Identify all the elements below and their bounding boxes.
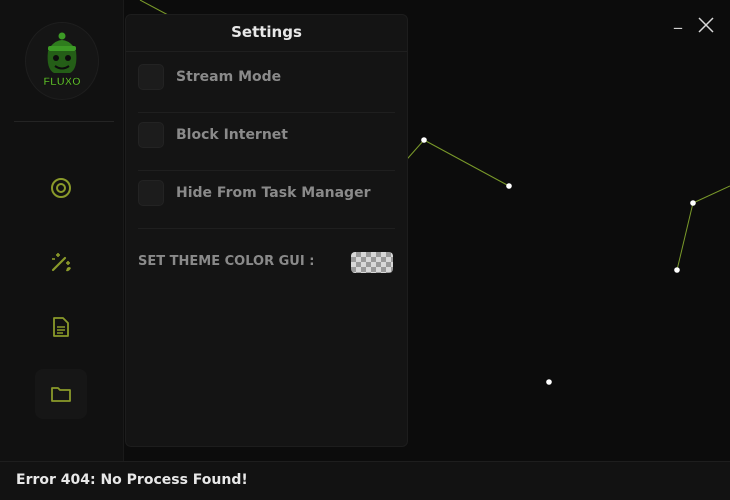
option-stream-mode[interactable]: Stream Mode (138, 63, 281, 91)
document-icon (53, 317, 69, 337)
nav-item-magic[interactable] (35, 237, 87, 287)
divider (138, 112, 395, 113)
minimize-label: _ (674, 10, 682, 29)
hide-task-manager-label: Hide From Task Manager (176, 185, 371, 201)
option-hide-task-manager[interactable]: Hide From Task Manager (138, 179, 370, 207)
settings-title: Settings (126, 15, 407, 52)
close-icon (698, 17, 714, 33)
app-window: FLUXO Settings Stream Mode Block Interne… (0, 0, 730, 500)
option-block-internet[interactable]: Block Internet (138, 121, 288, 149)
status-text: Error 404: No Process Found! (16, 472, 248, 488)
block-internet-checkbox[interactable] (138, 122, 164, 148)
minimize-button[interactable]: _ (671, 10, 693, 34)
hide-task-manager-checkbox[interactable] (138, 180, 164, 206)
stream-mode-label: Stream Mode (176, 69, 282, 85)
close-button[interactable] (697, 16, 719, 38)
gorilla-logo-icon: FLUXO (43, 32, 81, 88)
nav-item-folder[interactable] (35, 369, 87, 419)
theme-color-label: SET THEME COLOR GUI : (138, 254, 315, 269)
target-icon (51, 178, 71, 198)
stream-mode-checkbox[interactable] (138, 64, 164, 90)
theme-color-picker[interactable] (351, 252, 393, 273)
block-internet-label: Block Internet (176, 127, 288, 143)
magic-wand-icon (51, 253, 71, 272)
settings-panel: Settings Stream Mode Block Internet Hide… (125, 14, 408, 447)
status-bar: Error 404: No Process Found! (0, 461, 730, 500)
nav-item-document[interactable] (35, 302, 87, 352)
divider (138, 170, 395, 171)
sidebar: FLUXO (0, 0, 124, 461)
folder-icon (51, 387, 71, 402)
sidebar-divider (14, 121, 114, 122)
nav-item-target[interactable] (35, 163, 87, 213)
app-logo: FLUXO (25, 22, 99, 100)
logo-text: FLUXO (43, 76, 81, 88)
divider (138, 228, 395, 229)
